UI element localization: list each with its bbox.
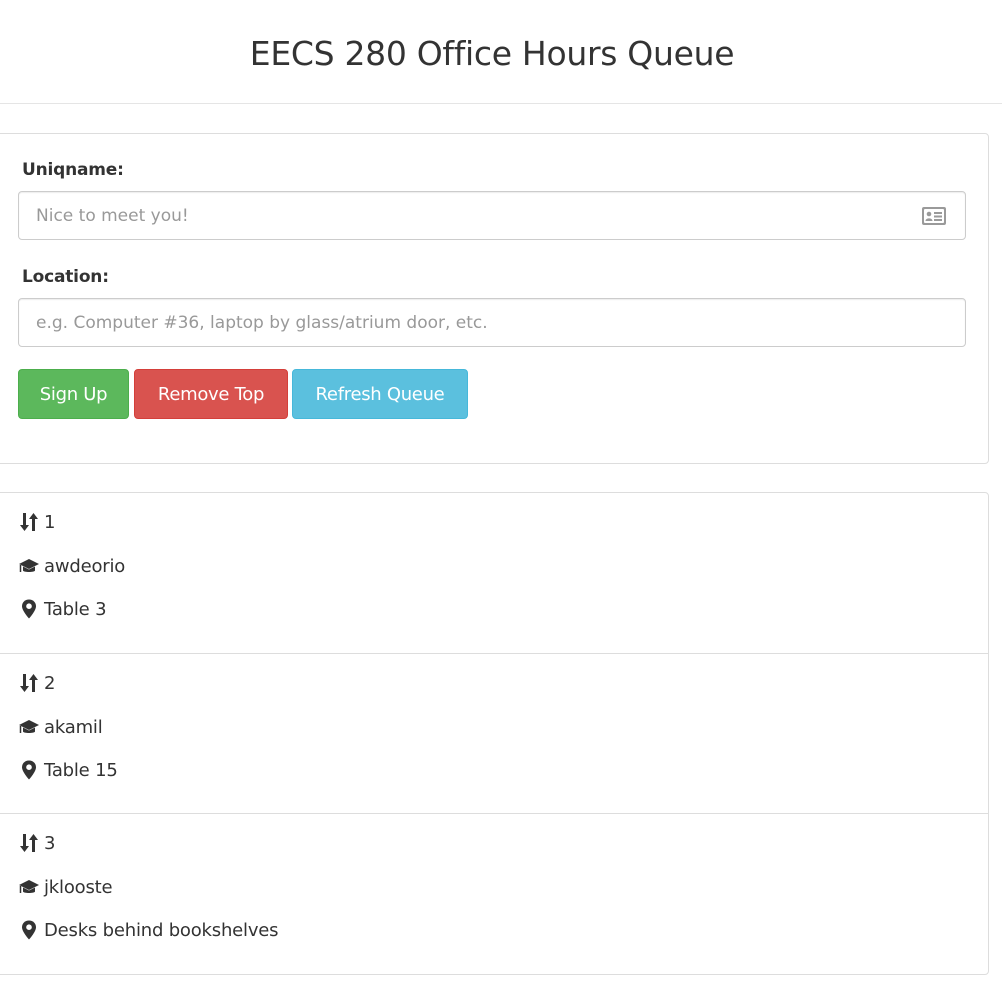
graduation-cap-icon <box>19 559 39 572</box>
queue-location: Desks behind bookshelves <box>44 919 279 941</box>
queue-location-row: Desks behind bookshelves <box>18 918 279 942</box>
queue-location: Table 15 <box>44 759 118 781</box>
uniqname-field[interactable] <box>18 191 966 240</box>
queue-uniqname-row: jklooste <box>18 875 113 899</box>
queue-position: 2 <box>44 672 56 694</box>
queue-item: 1 awdeorio Table 3 <box>0 493 989 653</box>
map-marker-icon <box>22 599 36 619</box>
map-marker-icon <box>22 920 36 940</box>
queue-position-row: 1 <box>18 510 55 534</box>
uniqname-label: Uniqname: <box>22 160 124 180</box>
page-title: EECS 280 Office Hours Queue <box>249 34 735 73</box>
queue-uniqname-row: akamil <box>18 715 103 739</box>
queue-location-row: Table 3 <box>18 597 107 621</box>
queue-position: 3 <box>44 832 56 854</box>
sort-icon <box>20 674 38 692</box>
queue-uniqname: jklooste <box>44 876 113 898</box>
location-input[interactable] <box>36 299 916 346</box>
queue-location-row: Table 15 <box>18 758 118 782</box>
queue-position-row: 3 <box>18 831 55 855</box>
location-label: Location: <box>22 267 109 287</box>
queue-uniqname-row: awdeorio <box>18 554 125 578</box>
location-field[interactable] <box>18 298 966 347</box>
queue-item: 3 jklooste Desks behind bookshelves <box>0 813 989 973</box>
page-header: EECS 280 Office Hours Queue <box>0 0 1002 104</box>
uniqname-input[interactable] <box>36 192 916 239</box>
queue-uniqname: awdeorio <box>44 555 126 577</box>
queue-position-row: 2 <box>18 671 55 695</box>
sign-up-button[interactable]: Sign Up <box>18 369 129 419</box>
graduation-cap-icon <box>19 880 39 893</box>
graduation-cap-icon <box>19 720 39 733</box>
sort-icon <box>20 513 38 531</box>
sort-icon <box>20 834 38 852</box>
id-card-icon <box>922 207 946 225</box>
map-marker-icon <box>22 760 36 780</box>
queue-location: Table 3 <box>44 598 107 620</box>
queue-position: 1 <box>44 511 56 533</box>
refresh-queue-button[interactable]: Refresh Queue <box>292 369 468 419</box>
remove-top-button[interactable]: Remove Top <box>134 369 288 419</box>
queue-uniqname: akamil <box>44 716 103 738</box>
queue-item: 2 akamil Table 15 <box>0 653 989 813</box>
